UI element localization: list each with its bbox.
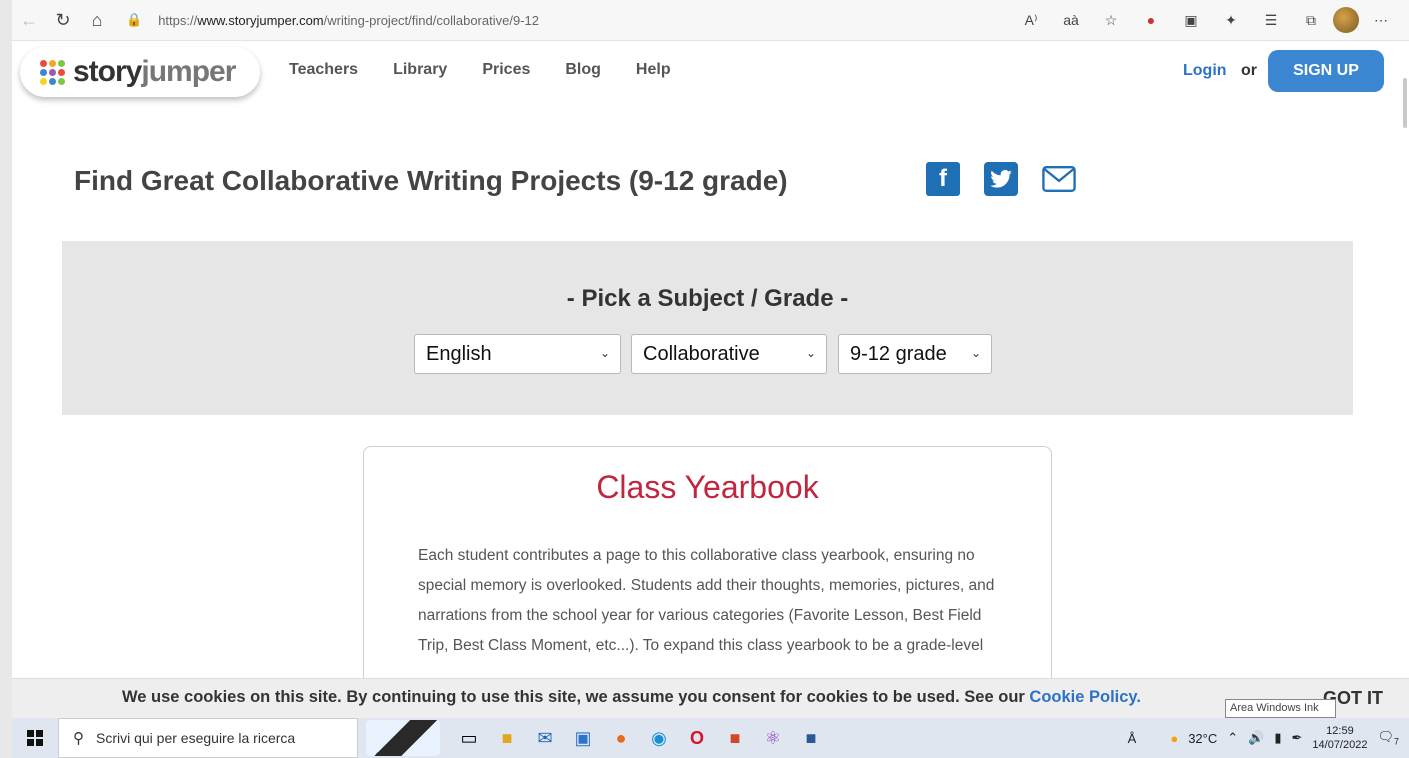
project-card[interactable]: Class Yearbook Each student contributes … — [363, 446, 1052, 686]
grade-select[interactable]: 9-12 grade ⌄ — [838, 334, 992, 374]
main-nav: Teachers Library Prices Blog Help — [289, 61, 671, 79]
taskbar-search-input[interactable]: ⚲ Scrivi qui per eseguire la ricerca — [58, 718, 358, 758]
read-aloud-icon[interactable]: A⁾ — [1013, 5, 1049, 35]
battery-icon[interactable]: ▮ — [1274, 730, 1281, 746]
site-header: storyjumper Teachers Library Prices Blog… — [12, 41, 1409, 103]
scrollbar-thumb[interactable] — [1403, 78, 1407, 128]
collections-icon[interactable]: ⧉ — [1293, 5, 1329, 35]
notification-count: 7 — [1393, 736, 1399, 747]
project-title[interactable]: Class Yearbook — [364, 469, 1051, 506]
more-menu-icon[interactable]: ⋯ — [1363, 5, 1399, 35]
grade-value: 9-12 grade — [850, 342, 947, 365]
subject-grade-picker: - Pick a Subject / Grade - English ⌄ Col… — [62, 241, 1353, 415]
mail-icon[interactable]: ✉ — [526, 718, 564, 758]
chevron-down-icon: ⌄ — [599, 346, 610, 360]
favorites-list-icon[interactable]: ☰ — [1253, 5, 1289, 35]
translate-icon[interactable]: aà — [1053, 5, 1089, 35]
word-icon[interactable]: ■ — [792, 718, 830, 758]
windows-start-icon[interactable] — [12, 718, 58, 758]
windows-ink-tooltip: Area Windows Ink — [1225, 699, 1336, 718]
project-type-select[interactable]: Collaborative ⌄ — [631, 334, 827, 374]
nav-library[interactable]: Library — [393, 61, 447, 79]
project-description: Each student contributes a page to this … — [418, 547, 995, 654]
firefox-icon[interactable]: ● — [602, 718, 640, 758]
clock-time: 12:59 — [1326, 725, 1354, 737]
email-share-icon[interactable] — [1042, 162, 1076, 196]
extension-icon[interactable]: ● — [1133, 5, 1169, 35]
logo-dots-icon — [40, 59, 65, 85]
weather-temp[interactable]: 32°C — [1188, 731, 1217, 746]
windows-taskbar: ⚲ Scrivi qui per eseguire la ricerca ▭ ■… — [12, 718, 1409, 758]
nav-teachers[interactable]: Teachers — [289, 61, 358, 79]
weather-icon[interactable]: ● — [1170, 731, 1178, 746]
clock[interactable]: 12:59 14/07/2022 — [1312, 724, 1367, 752]
url-host: www.storyjumper.com — [197, 12, 324, 28]
picker-heading: - Pick a Subject / Grade - — [566, 285, 849, 312]
login-link[interactable]: Login — [1183, 62, 1227, 80]
back-icon[interactable]: ← — [12, 5, 46, 35]
chevron-down-icon: ⌄ — [970, 346, 981, 360]
facebook-share-icon[interactable]: f — [926, 162, 960, 196]
opera-icon[interactable]: O — [678, 718, 716, 758]
file-explorer-icon[interactable]: ■ — [488, 718, 526, 758]
task-view-icon[interactable]: ▭ — [450, 718, 488, 758]
system-tray: Å ● 32°C ⌃ 🔊 ▮ ✒ 12:59 14/07/2022 🗨7 — [1128, 724, 1409, 752]
url-path: /writing-project/find/collaborative/9-12 — [323, 12, 539, 28]
chevron-up-icon[interactable]: ⌃ — [1227, 730, 1238, 746]
pen-icon[interactable]: ✒ — [1292, 730, 1303, 746]
subject-select[interactable]: English ⌄ — [414, 334, 621, 374]
cookie-message: We use cookies on this site. By continui… — [122, 688, 1141, 706]
volume-icon[interactable]: 🔊 — [1248, 730, 1264, 746]
nav-help[interactable]: Help — [636, 61, 671, 79]
search-icon: ⚲ — [73, 730, 84, 747]
paint-icon[interactable]: ⚛ — [754, 718, 792, 758]
notifications-icon[interactable]: 🗨7 — [1377, 729, 1399, 747]
chevron-down-icon: ⌄ — [805, 346, 816, 360]
twitter-share-icon[interactable] — [984, 162, 1018, 196]
powerpoint-icon[interactable]: ■ — [716, 718, 754, 758]
nav-prices[interactable]: Prices — [482, 61, 530, 79]
extension-puzzle-icon[interactable]: ▣ — [1173, 5, 1209, 35]
logo-text: storyjumper — [73, 55, 236, 88]
home-icon[interactable]: ⌂ — [80, 5, 114, 35]
browser-window: ← ↻ ⌂ 🔒 https://www.storyjumper.com/writ… — [12, 0, 1409, 758]
signup-button[interactable]: SIGN UP — [1268, 50, 1384, 92]
clock-date: 14/07/2022 — [1312, 739, 1368, 751]
person-icon[interactable]: Å — [1128, 731, 1137, 746]
nav-blog[interactable]: Blog — [565, 61, 601, 79]
or-label: or — [1241, 62, 1257, 79]
page-title: Find Great Collaborative Writing Project… — [74, 165, 788, 196]
favorite-star-icon[interactable]: ☆ — [1093, 5, 1129, 35]
search-highlight-image[interactable] — [366, 720, 440, 756]
photos-icon[interactable]: ▣ — [564, 718, 602, 758]
search-placeholder: Scrivi qui per eseguire la ricerca — [96, 730, 296, 746]
storyjumper-logo[interactable]: storyjumper — [20, 47, 260, 97]
url-prefix: https:// — [158, 12, 198, 28]
edge-icon[interactable]: ◉ — [640, 718, 678, 758]
extensions-icon[interactable]: ✦ — [1213, 5, 1249, 35]
profile-avatar[interactable] — [1333, 7, 1359, 33]
browser-toolbar: ← ↻ ⌂ 🔒 https://www.storyjumper.com/writ… — [12, 0, 1409, 41]
subject-value: English — [426, 342, 492, 365]
address-bar[interactable]: 🔒 https://www.storyjumper.com/writing-pr… — [126, 12, 906, 28]
cookie-policy-link[interactable]: Cookie Policy. — [1029, 688, 1141, 706]
cookie-banner: We use cookies on this site. By continui… — [12, 678, 1409, 718]
lock-icon: 🔒 — [126, 12, 143, 27]
refresh-icon[interactable]: ↻ — [46, 5, 80, 35]
project-type-value: Collaborative — [643, 342, 760, 365]
